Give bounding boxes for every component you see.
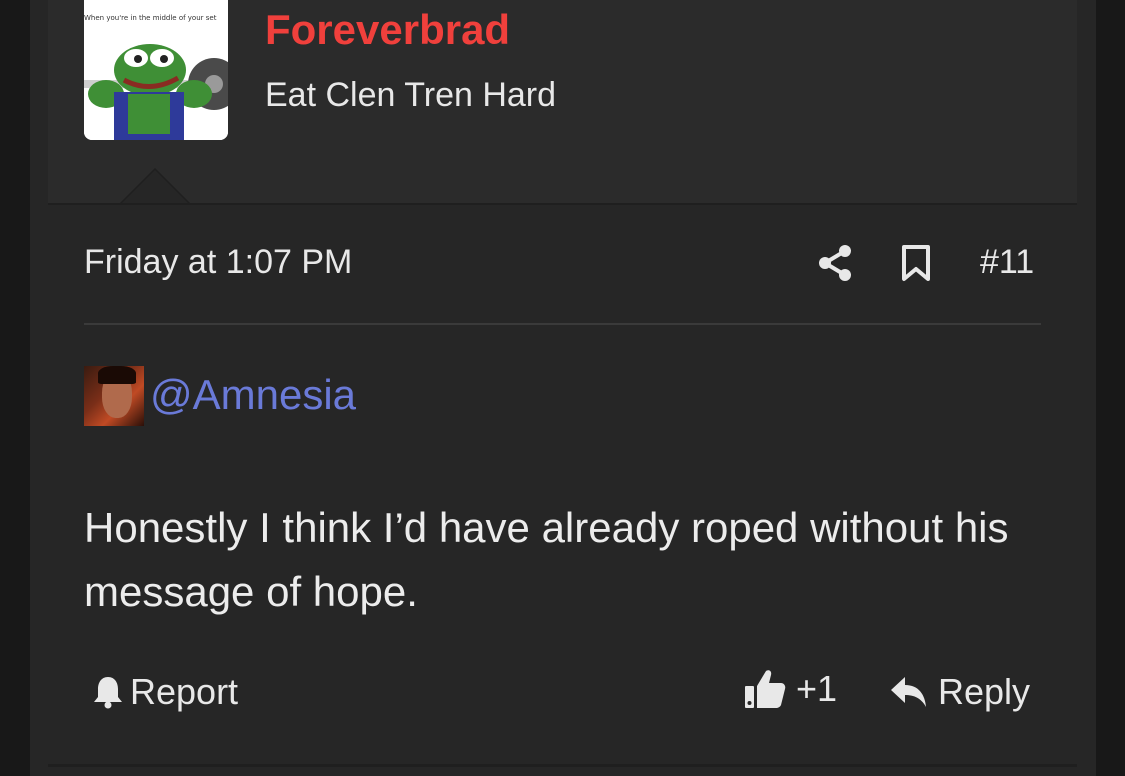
post-number-link[interactable]: #11 xyxy=(980,243,1034,282)
header-divider xyxy=(84,323,1041,325)
bell-icon xyxy=(94,677,122,709)
reply-arrow-icon xyxy=(891,677,926,707)
share-icon[interactable] xyxy=(817,244,853,287)
user-mention-link[interactable]: @Amnesia xyxy=(150,371,356,419)
username[interactable]: Foreverbrad xyxy=(265,6,510,54)
post-timestamp[interactable]: Friday at 1:07 PM xyxy=(84,243,352,282)
pepe-lifting-image xyxy=(84,22,228,140)
post-message: Honestly I think I’d have already roped … xyxy=(84,504,1009,615)
mention-avatar[interactable] xyxy=(84,366,144,426)
report-label: Report xyxy=(130,671,239,712)
user-title: Eat Clen Tren Hard xyxy=(265,76,557,114)
reply-label: Reply xyxy=(938,671,1031,712)
user-avatar[interactable]: When you're in the middle of your set an… xyxy=(84,0,228,140)
like-count: +1 xyxy=(796,668,838,709)
thumbs-up-icon xyxy=(745,670,786,708)
bookmark-icon[interactable] xyxy=(901,244,931,287)
reply-button[interactable]: Reply xyxy=(890,671,1030,713)
user-panel-notch xyxy=(122,170,188,203)
post-bottom-divider xyxy=(48,764,1077,767)
report-button[interactable]: Report xyxy=(92,671,238,713)
like-button[interactable]: +1 xyxy=(744,668,837,710)
